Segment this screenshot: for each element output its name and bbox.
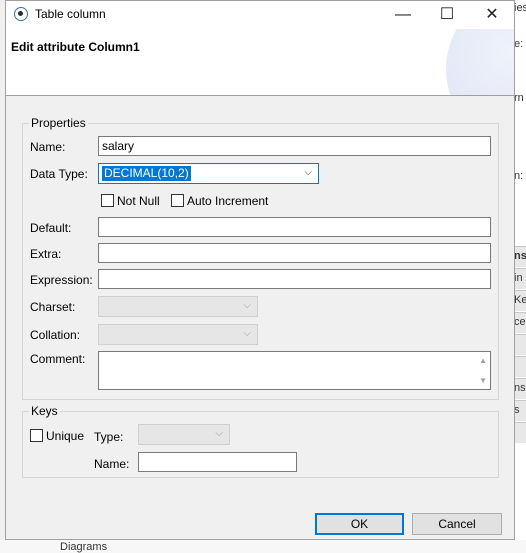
title-bar[interactable]: Table column — ☐ ✕ [6,1,514,29]
comment-textarea[interactable]: ▲ ▼ [98,351,491,390]
datatype-value: DECIMAL(10,2) [102,166,191,181]
ok-button[interactable]: OK [315,513,404,535]
unique-label[interactable]: Unique [46,429,84,443]
key-type-label: Type: [94,430,124,444]
background-text: rn [514,92,524,104]
not-null-label[interactable]: Not Null [117,194,160,208]
dialog-title: Edit attribute Column1 [11,40,140,54]
background-text: ns [514,250,526,262]
background-text: Ke [514,294,526,306]
background-row [514,334,526,355]
app-icon [14,7,28,21]
background-text: e: [514,38,524,50]
close-icon[interactable]: ✕ [470,1,514,29]
background-text: ns [514,382,526,394]
scroll-up-icon[interactable]: ▲ [479,356,487,365]
background-text: s [514,404,520,416]
charset-label: Charset: [30,300,76,314]
cancel-button[interactable]: Cancel [412,513,502,535]
datatype-select[interactable]: DECIMAL(10,2) ⌵ [98,163,319,184]
background-text: n: [514,170,524,182]
auto-increment-label[interactable]: Auto Increment [187,194,268,208]
background-text: ies [514,2,526,14]
background-text: in [514,272,523,284]
collation-select[interactable]: ⌵ [98,324,258,345]
keys-legend: Keys [31,404,58,418]
expression-label: Expression: [30,273,93,287]
datatype-label: Data Type: [30,167,88,181]
header-decoration [446,29,514,95]
key-name-label: Name: [94,457,130,471]
default-label: Default: [30,221,72,235]
background-row [514,356,526,377]
chevron-down-icon: ⌵ [304,167,312,178]
dialog-header: Edit attribute Column1 [6,29,514,96]
maximize-icon[interactable]: ☐ [425,1,469,29]
properties-legend: Properties [31,116,86,130]
key-name-input[interactable] [138,452,297,472]
minimize-icon[interactable]: — [381,1,425,29]
scroll-down-icon[interactable]: ▼ [479,376,487,385]
auto-increment-checkbox[interactable] [171,194,184,207]
extra-input[interactable] [98,243,491,263]
extra-label: Extra: [30,247,62,261]
key-type-select[interactable]: ⌵ [138,424,230,445]
name-input[interactable]: salary [98,136,491,156]
background-text: ce [514,316,526,328]
window-title: Table column [35,7,106,21]
comment-label: Comment: [30,352,86,366]
chevron-down-icon: ⌵ [243,300,251,311]
collation-label: Collation: [30,328,81,342]
default-input[interactable] [98,217,491,237]
background-row [514,422,526,443]
name-label: Name: [30,140,66,154]
charset-select[interactable]: ⌵ [98,296,258,317]
background-text: Diagrams [60,541,108,553]
not-null-checkbox[interactable] [101,194,114,207]
table-column-dialog: Table column — ☐ ✕ Edit attribute Column… [5,0,515,540]
expression-input[interactable] [98,269,491,289]
chevron-down-icon: ⌵ [243,328,251,339]
unique-checkbox[interactable] [30,429,43,442]
chevron-down-icon: ⌵ [215,428,223,439]
